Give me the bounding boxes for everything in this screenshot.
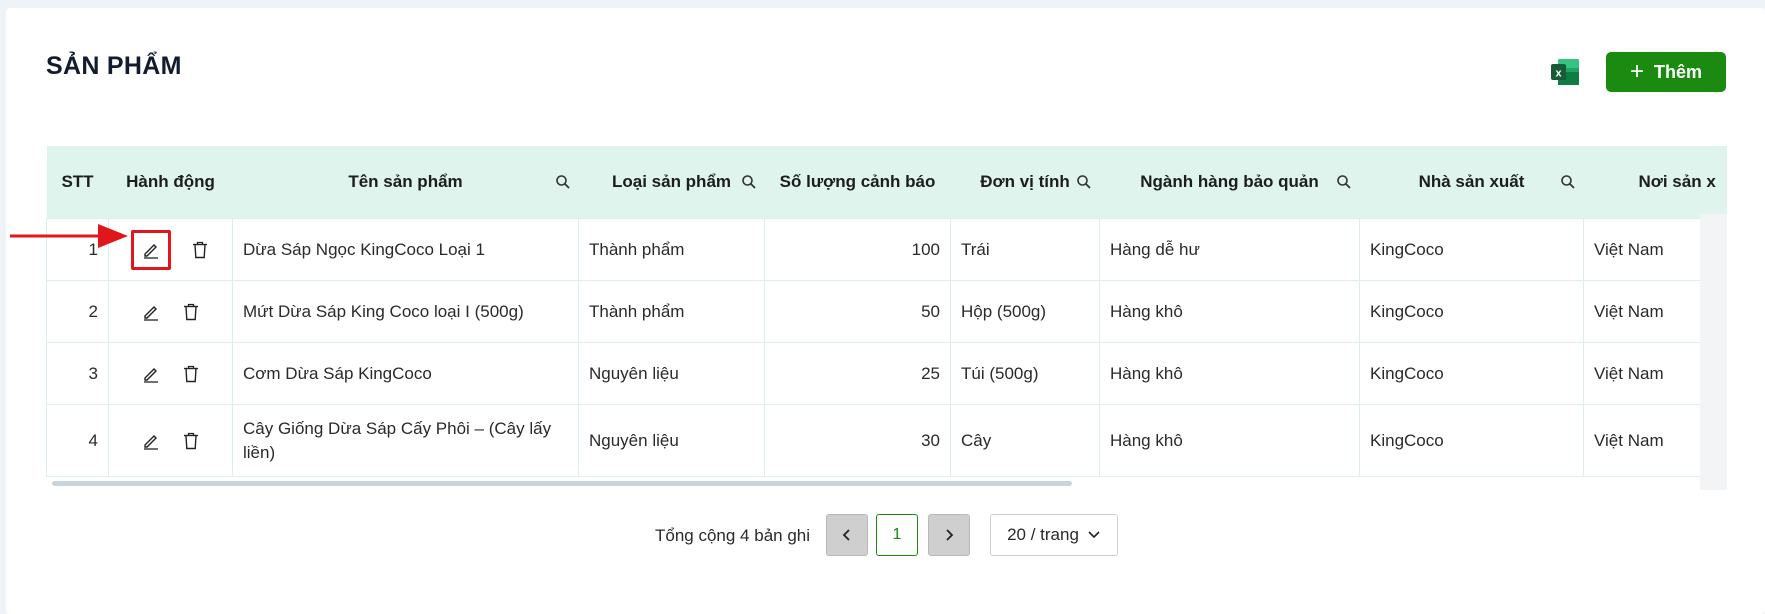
search-icon[interactable]: [741, 174, 757, 190]
edit-button[interactable]: [130, 229, 171, 270]
trash-icon: [192, 241, 207, 258]
chevron-down-icon: [1088, 531, 1100, 539]
table-row: 1 Dừa Sáp Ngọc KingCoco Loại 1 Thành phẩ…: [46, 218, 1727, 281]
page-size-value: 20 / trang: [1007, 525, 1079, 544]
search-icon[interactable]: [1560, 174, 1576, 190]
cell-product-name: Cây Giống Dừa Sáp Cấy Phôi – (Cây lấy li…: [232, 404, 579, 477]
product-table: STT Hành động Tên sản phẩm Loại sản phẩm…: [46, 146, 1727, 491]
col-product-name: Tên sản phẩm: [232, 146, 579, 219]
col-storage-category-label: Ngành hàng bảo quản: [1140, 172, 1319, 191]
cell-product-type: Thành phẩm: [578, 218, 765, 281]
pagination: Tổng cộng 4 bản ghi 1 20 / trang: [0, 514, 1765, 556]
edit-icon: [143, 305, 158, 321]
cell-unit: Túi (500g): [950, 342, 1100, 405]
cell-manufacturer: KingCoco: [1359, 280, 1584, 343]
cell-product-type: Nguyên liệu: [578, 404, 765, 477]
cell-product-type: Thành phẩm: [578, 280, 765, 343]
next-page-button[interactable]: [928, 514, 970, 556]
cell-warning-qty: 25: [764, 342, 951, 405]
cell-storage-category: Hàng khô: [1099, 342, 1360, 405]
col-product-type-label: Loại sản phẩm: [611, 172, 732, 191]
chevron-right-icon: [946, 529, 954, 541]
cell-product-type: Nguyên liệu: [578, 342, 765, 405]
cell-product-name: Cơm Dừa Sáp KingCoco: [232, 342, 579, 405]
chevron-left-icon: [842, 529, 850, 541]
total-records: Tổng cộng 4 bản ghi: [655, 526, 811, 545]
excel-icon: x: [1551, 59, 1579, 85]
cell-actions: [108, 342, 233, 405]
page-size-select[interactable]: 20 / trang: [990, 514, 1118, 556]
cell-product-name: Mứt Dừa Sáp King Coco loại I (500g): [232, 280, 579, 343]
col-manufacturer-label: Nhà sản xuất: [1418, 172, 1525, 191]
red-arrow-annotation: [10, 224, 128, 248]
cell-stt: 2: [46, 280, 109, 343]
col-origin: Nơi sản x: [1583, 146, 1727, 219]
edit-icon: [143, 367, 158, 383]
cell-unit: Cây: [950, 404, 1100, 477]
table-row: 4 Cây Giống Dừa Sáp Cấy Phôi – (Cây lấy …: [46, 404, 1727, 477]
col-storage-category: Ngành hàng bảo quản: [1099, 146, 1360, 219]
edit-button[interactable]: [140, 301, 162, 323]
add-button-label: Thêm: [1654, 61, 1703, 82]
cell-manufacturer: KingCoco: [1359, 404, 1584, 477]
delete-button[interactable]: [180, 430, 202, 452]
col-manufacturer: Nhà sản xuất: [1359, 146, 1584, 219]
page-title: SẢN PHẨM: [46, 52, 182, 80]
cell-warning-qty: 30: [764, 404, 951, 477]
cell-manufacturer: KingCoco: [1359, 342, 1584, 405]
vertical-scroll-track[interactable]: [1700, 214, 1727, 490]
page-1-button[interactable]: 1: [876, 514, 918, 556]
delete-button[interactable]: [180, 301, 202, 323]
cell-actions: [108, 280, 233, 343]
col-product-name-label: Tên sản phẩm: [348, 172, 463, 191]
edit-icon: [143, 434, 158, 450]
edit-button[interactable]: [140, 363, 162, 385]
plus-icon: +: [1629, 58, 1644, 85]
search-icon[interactable]: [1336, 174, 1352, 190]
edit-button[interactable]: [140, 430, 162, 452]
delete-button[interactable]: [180, 363, 202, 385]
table-row: 2 Mứt Dừa Sáp King Coco loại I (500g) Th…: [46, 280, 1727, 343]
cell-warning-qty: 50: [764, 280, 951, 343]
cell-stt: 3: [46, 342, 109, 405]
trash-icon: [183, 303, 198, 320]
prev-page-button[interactable]: [826, 514, 868, 556]
delete-button[interactable]: [189, 239, 211, 261]
table-header: STT Hành động Tên sản phẩm Loại sản phẩm…: [46, 146, 1727, 219]
cell-unit: Hộp (500g): [950, 280, 1100, 343]
cell-product-name: Dừa Sáp Ngọc KingCoco Loại 1: [232, 218, 579, 281]
excel-export-button[interactable]: x: [1550, 58, 1580, 86]
trash-icon: [183, 365, 198, 382]
search-icon[interactable]: [1076, 174, 1092, 190]
col-unit: Đơn vị tính: [950, 146, 1100, 219]
col-unit-label: Đơn vị tính: [980, 172, 1070, 191]
cell-stt: 4: [46, 404, 109, 477]
cell-storage-category: Hàng khô: [1099, 280, 1360, 343]
trash-icon: [183, 432, 198, 449]
svg-text:x: x: [1555, 68, 1562, 80]
cell-unit: Trái: [950, 218, 1100, 281]
search-icon[interactable]: [555, 174, 571, 190]
col-product-type: Loại sản phẩm: [578, 146, 765, 219]
col-actions: Hành động: [108, 146, 233, 219]
add-button[interactable]: + Thêm: [1606, 52, 1726, 92]
col-warning-qty: Số lượng cảnh báo: [764, 146, 951, 219]
cell-storage-category: Hàng dễ hư: [1099, 218, 1360, 281]
table-row: 3 Cơm Dừa Sáp KingCoco Nguyên liệu 25 Tú…: [46, 342, 1727, 405]
cell-actions: [108, 404, 233, 477]
cell-manufacturer: KingCoco: [1359, 218, 1584, 281]
edit-icon: [143, 243, 158, 259]
cell-warning-qty: 100: [764, 218, 951, 281]
col-stt: STT: [46, 146, 109, 219]
cell-storage-category: Hàng khô: [1099, 404, 1360, 477]
horizontal-scrollbar[interactable]: [52, 481, 1072, 486]
